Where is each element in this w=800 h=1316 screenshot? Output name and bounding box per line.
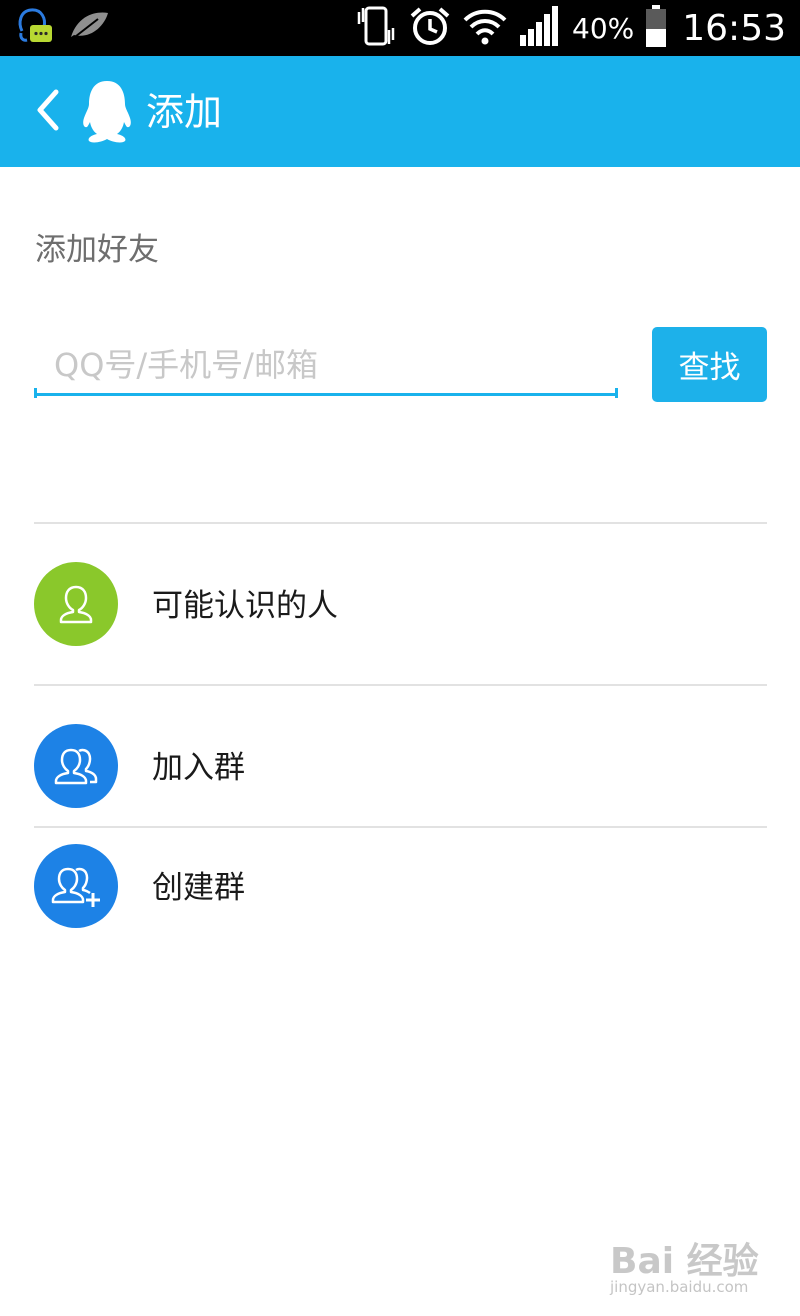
alarm-icon xyxy=(408,4,452,52)
divider-top xyxy=(34,522,767,524)
watermark-url: jingyan.baidu.com xyxy=(610,1278,749,1296)
option-label: 加入群 xyxy=(152,750,245,786)
baidu-watermark: Bai 经验 jingyan.baidu.com xyxy=(610,1232,760,1302)
option-label: 可能认识的人 xyxy=(152,588,338,624)
add-friend-heading: 添加好友 xyxy=(35,232,159,268)
qq-penguin-icon xyxy=(80,78,134,144)
search-input-edge-right xyxy=(615,388,618,398)
add-screen: 40% 16:53 添加 添加好友 QQ号/手机号/邮箱 查找 可能认识的人 加… xyxy=(0,0,800,1316)
divider-middle xyxy=(34,684,767,686)
leaf-icon xyxy=(68,9,110,47)
group-icon xyxy=(34,724,118,808)
wifi-icon xyxy=(462,6,508,50)
person-icon xyxy=(34,562,118,646)
back-arrow-icon xyxy=(34,88,62,136)
status-bar: 40% 16:53 xyxy=(0,0,800,56)
battery-icon xyxy=(644,4,668,52)
option-join-group[interactable]: 加入群 xyxy=(0,712,800,822)
group-add-icon xyxy=(34,844,118,928)
qq-notification-icon xyxy=(14,5,54,51)
search-input[interactable] xyxy=(34,336,618,396)
find-button[interactable]: 查找 xyxy=(652,327,767,402)
divider-bottom xyxy=(34,826,767,828)
option-label: 创建群 xyxy=(152,870,245,906)
back-button[interactable] xyxy=(30,88,66,136)
option-create-group[interactable]: 创建群 xyxy=(0,832,800,942)
status-left-icons xyxy=(14,8,110,48)
page-title: 添加 xyxy=(146,90,223,134)
status-right-icons: 40% 16:53 xyxy=(354,0,786,56)
search-input-edge-left xyxy=(34,388,37,398)
watermark-brand: Bai 经验 xyxy=(610,1241,759,1282)
title-bar: 添加 xyxy=(0,56,800,167)
battery-percent: 40% xyxy=(572,11,635,45)
status-time: 16:53 xyxy=(682,7,786,49)
vibrate-icon xyxy=(354,4,398,52)
signal-icon xyxy=(518,5,562,51)
option-people-you-may-know[interactable]: 可能认识的人 xyxy=(0,550,800,660)
